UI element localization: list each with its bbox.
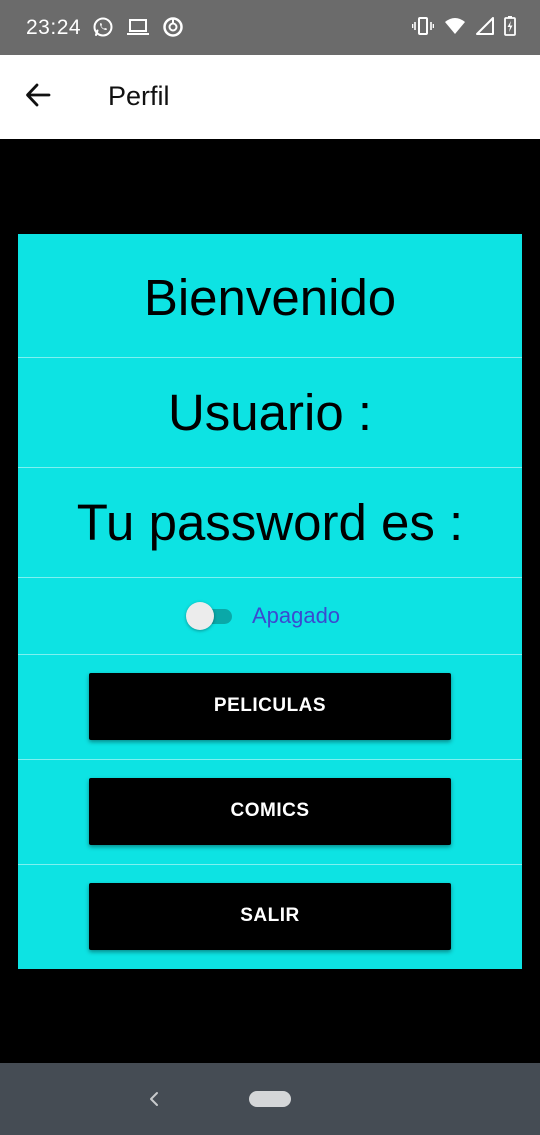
status-left-icons xyxy=(92,16,184,38)
comics-button[interactable]: COMICS xyxy=(89,777,451,845)
logout-row: SALIR xyxy=(18,865,522,969)
chevron-left-icon[interactable] xyxy=(142,1087,166,1111)
signal-icon xyxy=(476,17,494,35)
toggle-thumb xyxy=(185,602,214,630)
logout-button[interactable]: SALIR xyxy=(89,882,451,950)
welcome-text: Bienvenido xyxy=(143,269,397,326)
whatsapp-icon xyxy=(92,16,114,38)
status-bar: 23:24 xyxy=(0,0,540,55)
profile-content: Bienvenido Usuario : Tu password es : Ap… xyxy=(0,139,540,1063)
password-row: Tu password es : xyxy=(18,468,522,578)
back-button[interactable] xyxy=(18,77,58,117)
profile-card: Bienvenido Usuario : Tu password es : Ap… xyxy=(18,234,522,969)
password-label: Tu password es : xyxy=(76,494,464,551)
movies-button[interactable]: PELICULAS xyxy=(89,672,451,740)
arrow-back-icon xyxy=(24,81,52,113)
vibrate-icon xyxy=(412,16,434,36)
wifi-icon xyxy=(444,17,466,35)
switch-group: Apagado xyxy=(185,601,341,631)
user-label: Usuario : xyxy=(167,384,373,441)
app-bar: Perfil xyxy=(0,55,540,139)
status-right-icons xyxy=(412,16,516,36)
comics-row: COMICS xyxy=(18,760,522,865)
switch-row: Apagado xyxy=(18,578,522,655)
page-title: Perfil xyxy=(108,81,170,111)
toggle-label: Apagado xyxy=(251,603,341,628)
battery-charging-icon xyxy=(504,16,516,36)
welcome-row: Bienvenido xyxy=(18,234,522,358)
power-toggle[interactable] xyxy=(185,601,234,631)
status-time: 23:24 xyxy=(26,16,82,39)
home-pill-icon[interactable] xyxy=(249,1091,291,1107)
data-saver-icon xyxy=(162,16,184,38)
laptop-icon xyxy=(126,17,150,37)
system-nav-bar xyxy=(0,1063,540,1135)
user-row: Usuario : xyxy=(18,358,522,468)
movies-row: PELICULAS xyxy=(18,655,522,760)
